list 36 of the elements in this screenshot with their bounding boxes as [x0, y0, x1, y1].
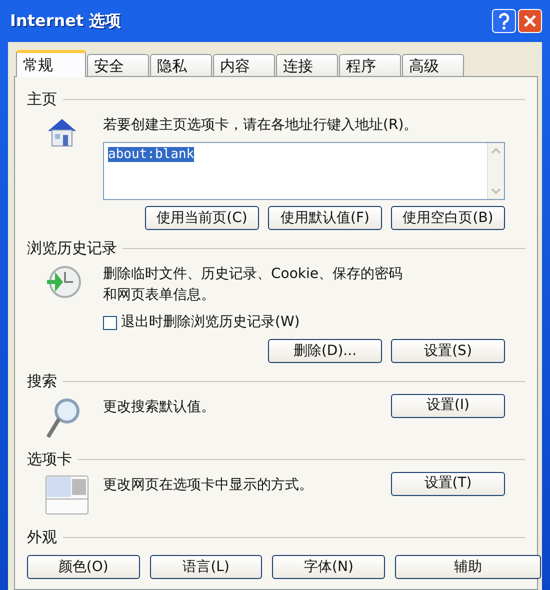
tabs-icon [45, 475, 89, 515]
address-text: about:blank [108, 147, 194, 162]
button[interactable]: 使用默认值(F) [268, 206, 382, 230]
clock-icon [45, 264, 81, 300]
button[interactable]: 设置(T) [391, 472, 505, 496]
button[interactable]: 删除(D)... [268, 339, 382, 363]
section-heading: 主页 [27, 88, 57, 110]
section-heading: 选项卡 [27, 448, 72, 470]
checkbox-label: 退出时删除浏览历史记录(W) [121, 313, 300, 332]
close-icon[interactable] [518, 9, 542, 33]
button[interactable]: 使用空白页(B) [391, 206, 505, 230]
tab[interactable]: 隐私 [150, 54, 212, 76]
description-text: 更改网页在选项卡中显示的方式。 [103, 476, 314, 495]
tab[interactable]: 常规 [16, 50, 86, 77]
description-text: 更改搜索默认值。 [103, 398, 216, 417]
search-icon [45, 397, 81, 439]
tab[interactable]: 连接 [276, 54, 338, 76]
description-text: 删除临时文件、历史记录、Cookie、保存的密码和网页表单信息。 [103, 265, 403, 305]
button[interactable]: 语言(L) [150, 555, 262, 579]
button[interactable]: 设置(I) [391, 394, 505, 418]
tab[interactable]: 程序 [339, 54, 401, 76]
tab[interactable]: 内容 [213, 54, 275, 76]
window-title: Internet 选项 [10, 10, 122, 32]
description-text: 若要创建主页选项卡，请在各地址行键入地址(R)。 [103, 116, 419, 135]
checkbox[interactable] [103, 316, 117, 330]
button[interactable]: 字体(N) [272, 555, 386, 579]
section-heading: 浏览历史记录 [27, 238, 117, 259]
button[interactable]: 使用当前页(C) [145, 206, 259, 230]
tab[interactable]: 高级 [402, 54, 464, 76]
button[interactable]: 辅助 [395, 555, 542, 579]
section-heading: 外观 [27, 526, 57, 548]
section-heading: 搜索 [27, 370, 57, 392]
button[interactable]: 颜色(O) [27, 555, 140, 579]
tab[interactable]: 安全 [87, 54, 149, 76]
button[interactable]: 设置(S) [391, 339, 505, 363]
help-icon[interactable] [492, 9, 516, 33]
